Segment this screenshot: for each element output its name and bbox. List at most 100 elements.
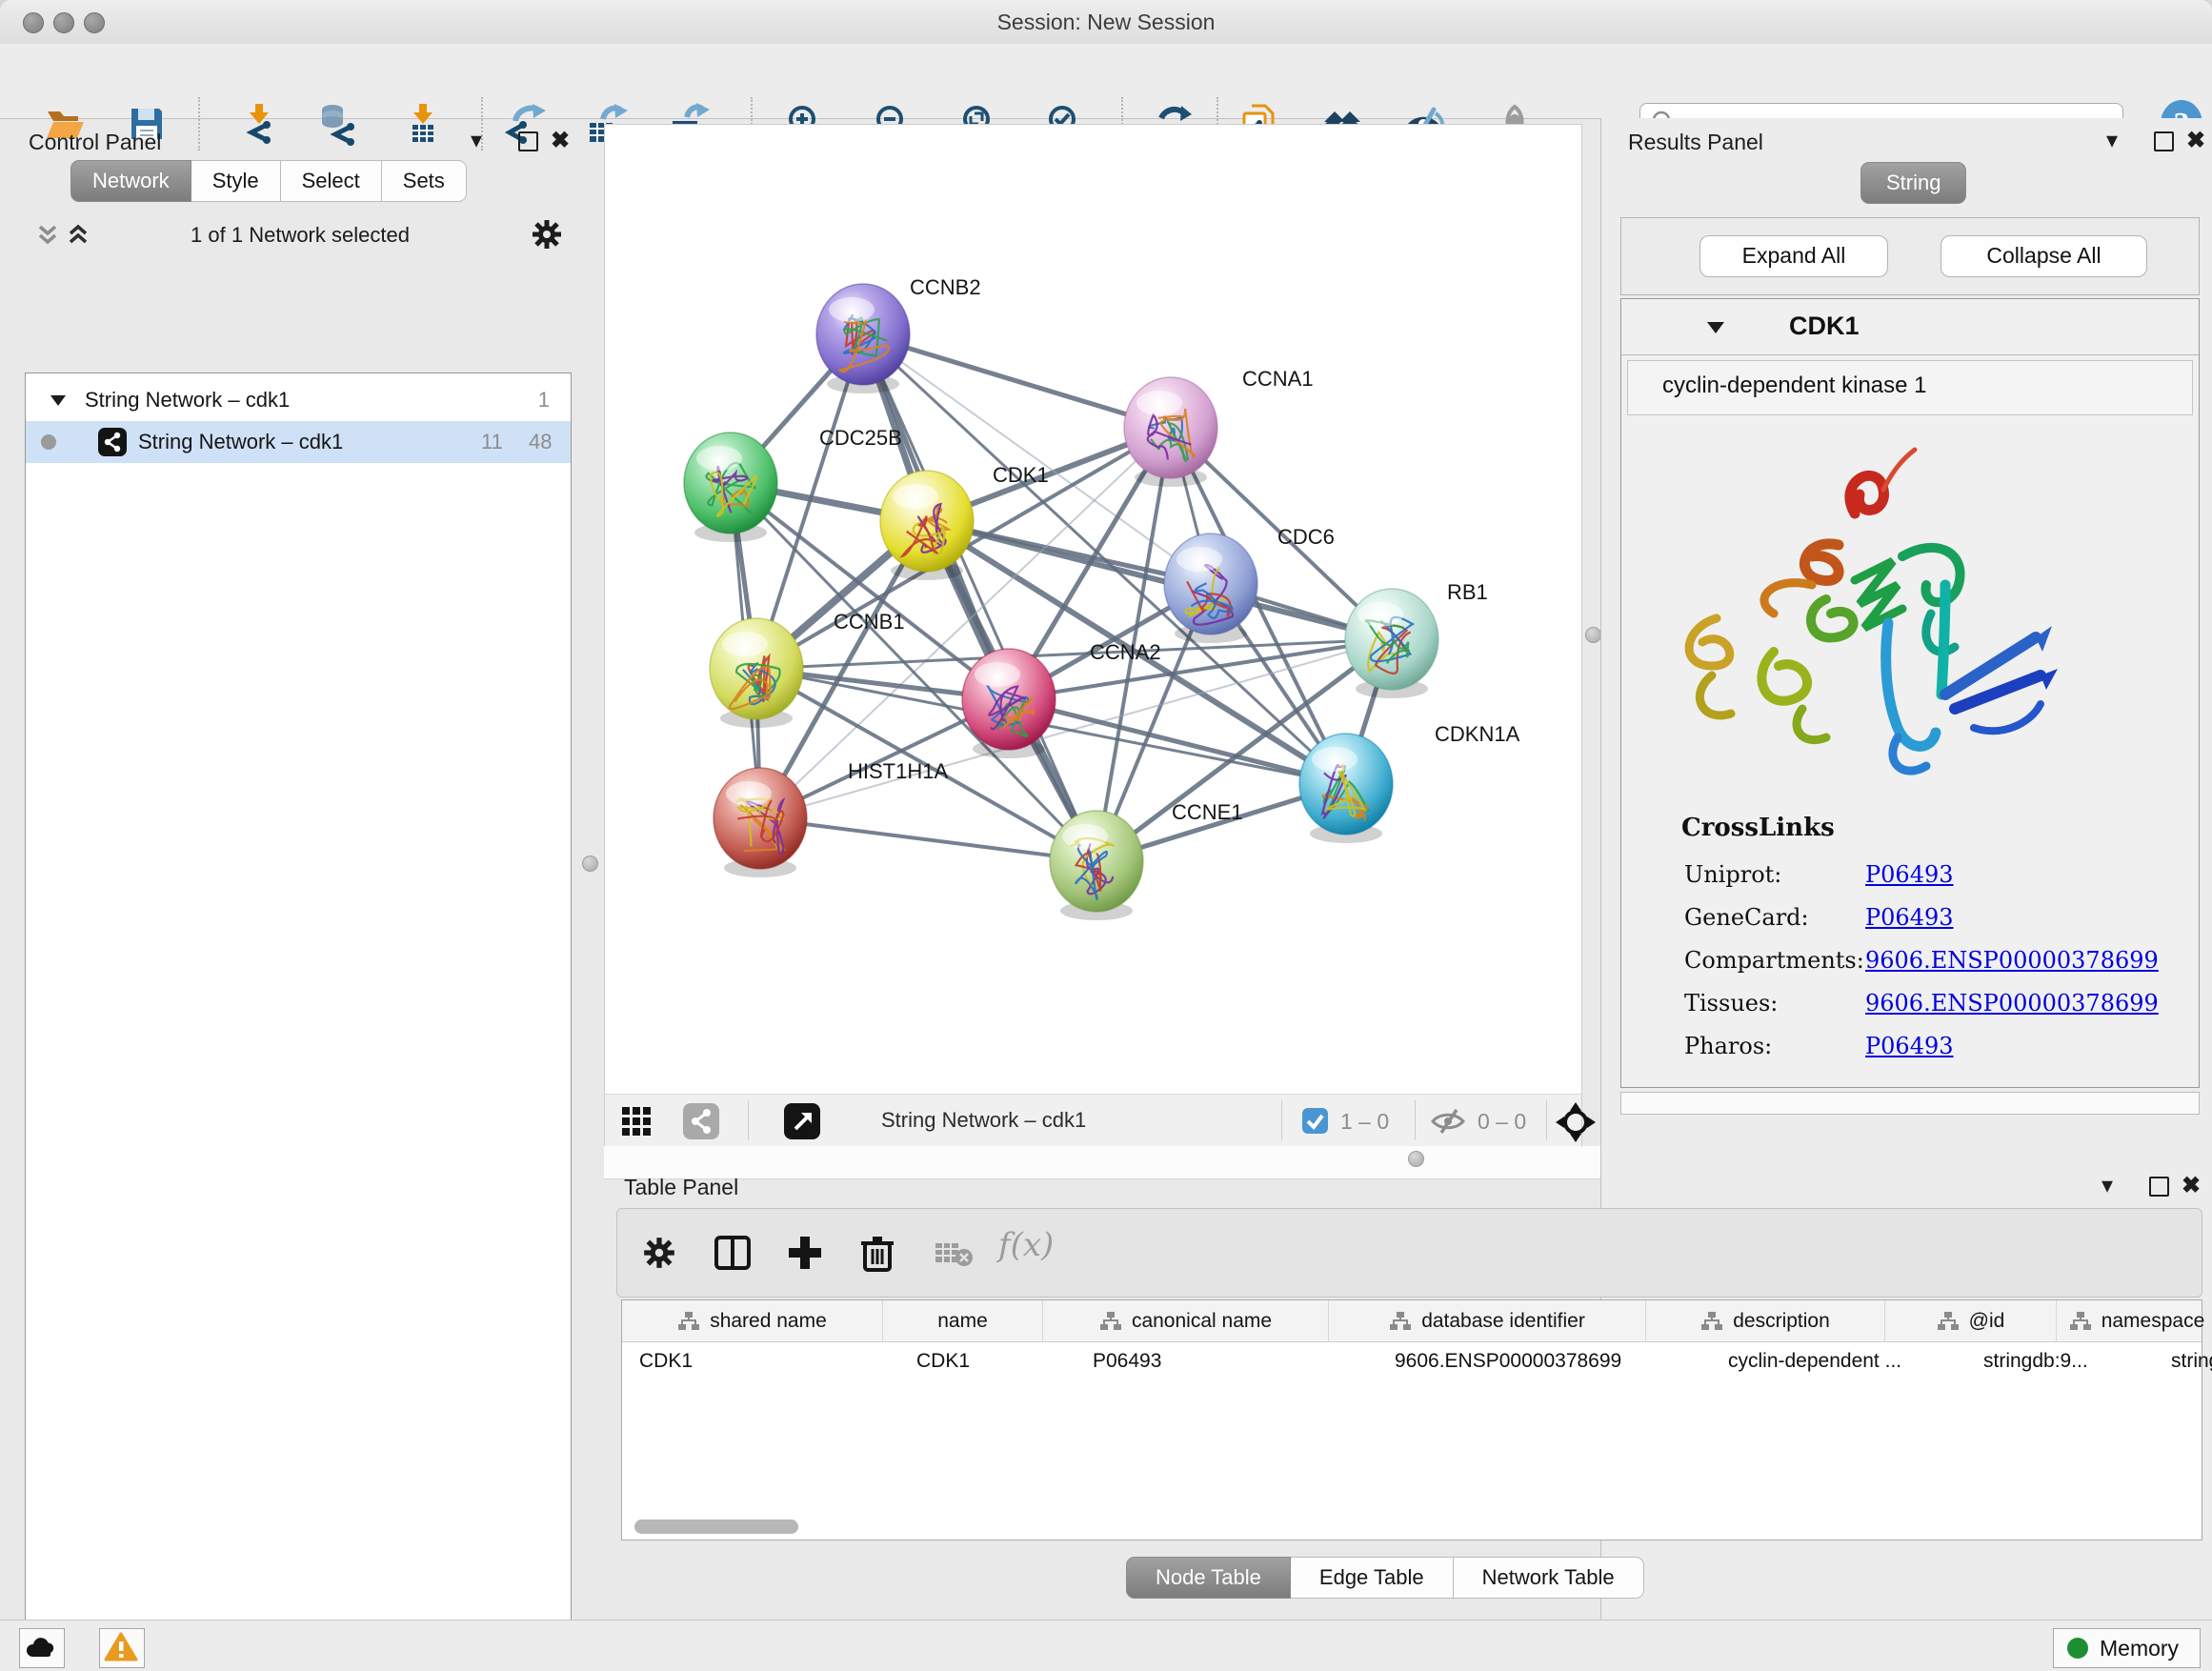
main-toolbar: ?	[0, 44, 2212, 119]
tab-style[interactable]: Style	[191, 160, 281, 202]
tab-node-table[interactable]: Node Table	[1126, 1557, 1291, 1599]
control-panel: Control Panel ▾ ✖ Network Style Select S…	[0, 118, 596, 1620]
horizontal-scrollbar-thumb[interactable]	[634, 1520, 798, 1534]
network-options-gear-icon[interactable]	[530, 217, 564, 252]
network-view-canvas[interactable]: CCNB2CCNA1CDC25BCDK1CDC6RB1CCNB1CCNA2CDK…	[604, 124, 1582, 1096]
splitter-grip[interactable]	[1408, 1151, 1424, 1167]
column-label: @id	[1969, 1310, 2005, 1333]
status-bar: Memory	[0, 1620, 2212, 1671]
tab-string[interactable]: String	[1860, 162, 1966, 204]
network-edge-CCNB2-CCNA1[interactable]	[863, 334, 1171, 428]
table-options-gear-icon[interactable]	[641, 1235, 677, 1271]
network-node-RB1[interactable]	[1345, 589, 1438, 698]
float-panel-icon[interactable]: ▾	[471, 130, 482, 152]
close-panel-icon[interactable]: ✖	[2186, 130, 2205, 152]
crosslink-label: Uniprot:	[1684, 861, 1781, 888]
network-node-CDKN1A[interactable]	[1299, 734, 1393, 843]
close-panel-icon[interactable]: ✖	[2182, 1175, 2201, 1198]
hidden-eye-icon[interactable]	[1430, 1108, 1466, 1135]
column-label: namespace	[2101, 1310, 2205, 1333]
splitter-grip[interactable]	[1585, 627, 1601, 643]
cdk1-section: CDK1 cyclin-dependent kinase 1	[1620, 298, 2200, 1088]
network-label: String Network – cdk1	[138, 430, 343, 454]
table-row[interactable]: CDK1 CDK1 P06493 9606.ENSP00000378699 cy…	[622, 1341, 2202, 1381]
maximize-panel-icon[interactable]	[518, 131, 538, 151]
delete-table-icon-disabled	[934, 1239, 974, 1268]
cloud-button[interactable]	[19, 1628, 65, 1668]
expand-all-networks-icon[interactable]	[63, 219, 93, 250]
network-edge-HIST1H1A-CCNE1[interactable]	[760, 818, 1096, 861]
cell-id: stringdb:9...	[1966, 1341, 2154, 1381]
memory-button[interactable]: Memory	[2053, 1628, 2201, 1668]
column-header-canonical-name[interactable]: canonical name	[1043, 1300, 1329, 1341]
network-node-CCNB2[interactable]	[816, 284, 910, 393]
results-scroll-track[interactable]	[1620, 1092, 2200, 1115]
show-columns-icon[interactable]	[713, 1233, 753, 1273]
column-label: database identifier	[1421, 1310, 1585, 1333]
node-label-CCNB2: CCNB2	[910, 275, 981, 299]
crosslink-label: Pharos:	[1684, 1033, 1772, 1059]
collapse-all-button[interactable]: Collapse All	[1941, 235, 2147, 277]
node-label-RB1: RB1	[1447, 580, 1488, 604]
float-panel-icon[interactable]: ▾	[2106, 130, 2118, 152]
hierarchy-icon	[1389, 1311, 1412, 1332]
node-label-CDKN1A: CDKN1A	[1435, 722, 1520, 746]
network-node-CCNA1[interactable]	[1124, 377, 1217, 487]
float-panel-icon[interactable]: ▾	[2101, 1175, 2113, 1198]
crosslink-link[interactable]: P06493	[1865, 1033, 1954, 1059]
network-row-selected[interactable]: String Network – cdk1 11 48	[26, 421, 571, 463]
crosslink-label: Compartments:	[1684, 947, 1864, 974]
expand-all-button[interactable]: Expand All	[1699, 235, 1888, 277]
selected-checkbox-icon[interactable]	[1302, 1108, 1328, 1134]
network-graph[interactable]: CCNB2CCNA1CDC25BCDK1CDC6RB1CCNB1CCNA2CDK…	[605, 125, 1581, 1095]
tab-sets[interactable]: Sets	[382, 160, 467, 202]
maximize-panel-icon[interactable]	[2154, 131, 2174, 151]
birds-eye-navigator-icon[interactable]	[1556, 1102, 1596, 1142]
network-node-CDC25B[interactable]	[684, 433, 777, 542]
tab-select[interactable]: Select	[281, 160, 382, 202]
add-column-icon[interactable]	[785, 1233, 825, 1273]
crosslink-link[interactable]: 9606.ENSP00000378699	[1865, 990, 2159, 1017]
node-table: shared name name canonical name database…	[621, 1299, 2202, 1540]
network-node-CCNA2[interactable]	[962, 649, 1056, 758]
cell-namespace: stringdb	[2154, 1341, 2212, 1381]
splitter-grip[interactable]	[582, 856, 598, 872]
column-header-namespace[interactable]: namespace	[2057, 1300, 2212, 1341]
network-node-CCNB1[interactable]	[710, 618, 803, 728]
collection-expander-icon[interactable]	[49, 393, 68, 408]
warnings-button[interactable]	[99, 1628, 145, 1668]
close-panel-icon[interactable]: ✖	[551, 130, 570, 152]
crosslink-link[interactable]: 9606.ENSP00000378699	[1865, 947, 2159, 974]
column-header-id[interactable]: @id	[1885, 1300, 2057, 1341]
results-panel-title: Results Panel	[1628, 130, 1763, 155]
cell-shared-name: CDK1	[622, 1341, 899, 1381]
tab-network[interactable]: Network	[70, 160, 191, 202]
crosslink-link[interactable]: P06493	[1865, 861, 1954, 888]
column-header-shared-name[interactable]: shared name	[622, 1300, 883, 1341]
column-label: description	[1733, 1310, 1830, 1333]
network-node-CDK1[interactable]	[880, 471, 974, 580]
column-label: name	[937, 1310, 988, 1333]
detach-view-icon[interactable]	[784, 1103, 820, 1139]
delete-column-trash-icon[interactable]	[857, 1233, 897, 1273]
section-collapse-icon[interactable]	[1705, 320, 1726, 335]
toolbar-separator	[1546, 1100, 1547, 1140]
maximize-panel-icon[interactable]	[2149, 1177, 2169, 1197]
network-thumbnail-icon[interactable]	[683, 1103, 719, 1139]
network-collection-row[interactable]: String Network – cdk1 1	[26, 379, 571, 421]
window-title: Session: New Session	[0, 10, 2212, 35]
collapse-all-networks-icon[interactable]	[32, 219, 63, 250]
grid-view-icon[interactable]	[620, 1105, 653, 1137]
tab-edge-table[interactable]: Edge Table	[1291, 1557, 1454, 1599]
tab-network-table[interactable]: Network Table	[1454, 1557, 1644, 1599]
column-header-description[interactable]: description	[1646, 1300, 1885, 1341]
crosslinks-list: Uniprot: P06493 GeneCard: P06493 Compart…	[1621, 854, 2199, 1068]
table-panel-tabs: Node Table Edge Table Network Table	[1126, 1557, 1644, 1599]
collection-count: 1	[538, 388, 550, 413]
column-header-name[interactable]: name	[883, 1300, 1043, 1341]
column-header-database-identifier[interactable]: database identifier	[1329, 1300, 1646, 1341]
cdk1-section-header[interactable]: CDK1	[1621, 299, 2199, 355]
network-node-HIST1H1A[interactable]	[714, 768, 807, 877]
network-node-CCNE1[interactable]	[1050, 811, 1143, 920]
crosslink-link[interactable]: P06493	[1865, 904, 1954, 931]
